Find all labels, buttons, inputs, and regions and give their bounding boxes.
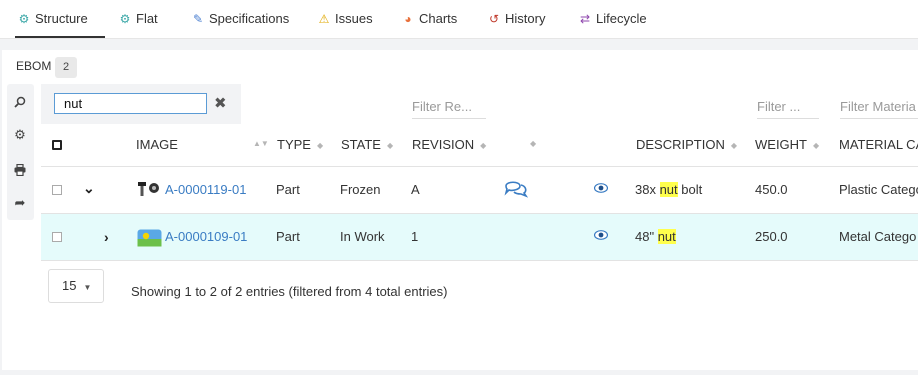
tab-history[interactable]: ↺ History xyxy=(487,0,545,38)
sort-icon: ◆ xyxy=(480,141,487,150)
tab-charts[interactable]: ◕ Charts xyxy=(401,0,457,38)
warning-icon: ⚠ xyxy=(318,12,330,26)
history-icon: ↺ xyxy=(488,12,500,26)
print-icon xyxy=(14,163,26,176)
sort-icon: ◆ xyxy=(730,141,737,150)
bolt-thumbnail xyxy=(137,181,161,200)
part-number-link[interactable]: A-0000109-01 xyxy=(165,229,247,244)
share-button[interactable]: ➦ xyxy=(9,189,31,217)
gear-icon: ⚙ xyxy=(14,127,26,142)
row-checkbox[interactable] xyxy=(52,185,62,195)
tab-structure[interactable]: ⚙ Structure xyxy=(15,0,105,38)
tab-lifecycle[interactable]: ⇄ Lifecycle xyxy=(578,0,647,38)
flat-icon: ⚙ xyxy=(119,12,131,26)
column-image[interactable]: IMAGE xyxy=(136,137,178,152)
column-material[interactable]: MATERIAL CA xyxy=(839,137,918,152)
view-icon[interactable] xyxy=(593,182,609,196)
row-checkbox[interactable] xyxy=(52,232,62,242)
settings-button[interactable]: ⚙ xyxy=(9,121,31,149)
tab-issues[interactable]: ⚠ Issues xyxy=(317,0,373,38)
close-icon: ✖ xyxy=(214,95,227,112)
column-description[interactable]: DESCRIPTION ◆ xyxy=(636,137,737,152)
sort-icon[interactable]: ▲▼ xyxy=(253,139,269,148)
structure-icon: ⚙ xyxy=(18,12,30,26)
share-icon: ➦ xyxy=(14,195,26,210)
bom-label: EBOM xyxy=(16,59,52,73)
column-weight[interactable]: WEIGHT ◆ xyxy=(755,137,819,152)
weight-cell: 450.0 xyxy=(755,182,788,197)
comments-icon[interactable] xyxy=(504,178,529,201)
type-cell: Part xyxy=(276,182,300,197)
weight-filter-input[interactable] xyxy=(757,95,819,119)
type-cell: Part xyxy=(276,229,300,244)
lifecycle-icon: ⇄ xyxy=(579,12,591,26)
side-toolbar: ⚙ ➦ xyxy=(7,84,34,220)
chevron-down-icon[interactable]: ⌄ xyxy=(83,180,95,197)
table-info-text: Showing 1 to 2 of 2 entries (filtered fr… xyxy=(131,284,448,299)
sort-icon: ◆ xyxy=(813,141,820,150)
nut-thumbnail xyxy=(137,229,162,250)
tab-bar: ⚙ Structure ⚙ Flat ✎ Specifications ⚠ Issues… xyxy=(0,0,918,39)
sort-icon[interactable]: ◆ xyxy=(530,139,536,148)
view-icon[interactable] xyxy=(593,229,609,243)
print-button[interactable] xyxy=(9,155,31,183)
clear-search-button[interactable]: ✖ xyxy=(214,94,227,112)
weight-cell: 250.0 xyxy=(755,229,788,244)
state-cell: Frozen xyxy=(340,182,381,197)
select-all-checkbox[interactable] xyxy=(52,140,62,150)
revision-filter-input[interactable] xyxy=(412,95,486,119)
sort-icon: ◆ xyxy=(316,141,324,150)
part-number-link[interactable]: A-0000119-01 xyxy=(165,182,246,197)
state-cell: In Work xyxy=(340,229,385,244)
tab-specifications[interactable]: ✎ Specifications xyxy=(191,0,289,38)
material-cell: Plastic Catego xyxy=(839,182,918,197)
description-cell: 48" nut xyxy=(635,229,676,244)
bom-count-badge: 2 xyxy=(55,57,77,78)
sort-icon: ◆ xyxy=(386,141,394,150)
column-state[interactable]: STATE ◆ xyxy=(341,137,393,152)
revision-cell: A xyxy=(411,182,420,197)
revision-cell: 1 xyxy=(411,229,419,244)
material-filter-input[interactable] xyxy=(840,95,918,119)
specifications-icon: ✎ xyxy=(192,12,204,26)
description-cell: 38x nut bolt xyxy=(635,182,703,197)
caret-down-icon: ▼ xyxy=(83,283,92,292)
search-icon xyxy=(14,96,26,108)
search-button[interactable] xyxy=(9,87,31,115)
tab-flat[interactable]: ⚙ Flat xyxy=(118,0,158,38)
search-input[interactable] xyxy=(54,93,207,114)
column-type[interactable]: TYPE ◆ xyxy=(277,137,323,152)
page-size-select[interactable]: 15 ▼ xyxy=(48,269,104,303)
material-cell: Metal Catego xyxy=(839,229,917,244)
chevron-right-icon[interactable]: › xyxy=(104,229,109,245)
pie-chart-icon: ◕ xyxy=(404,12,412,26)
column-revision[interactable]: REVISION ◆ xyxy=(412,137,486,152)
